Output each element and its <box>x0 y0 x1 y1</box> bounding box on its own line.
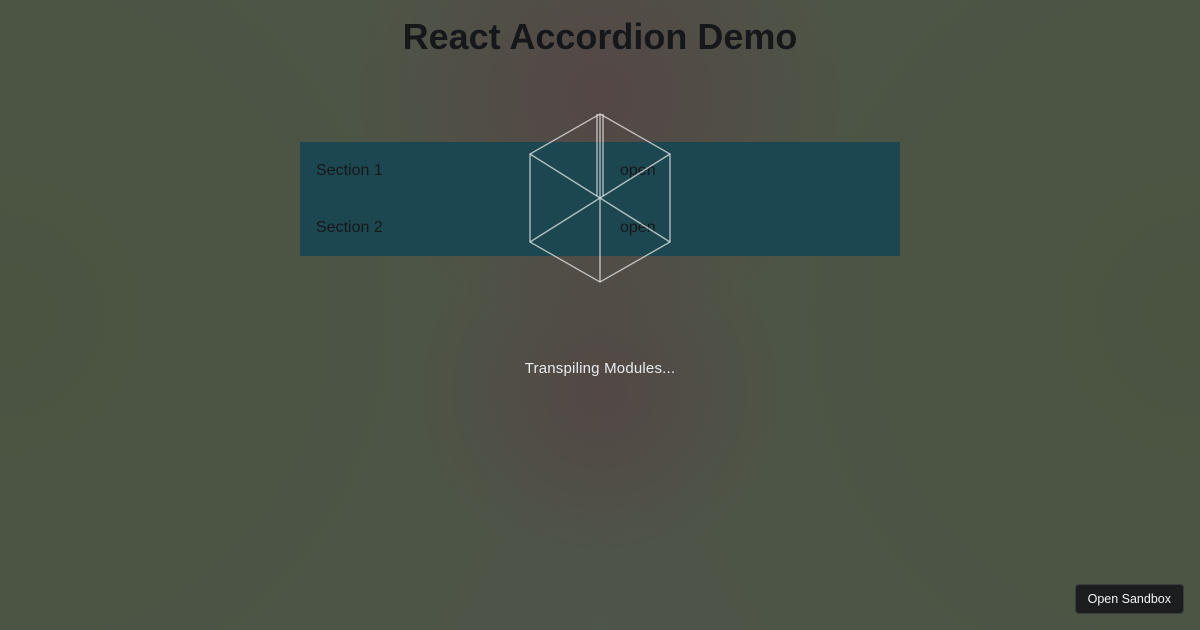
cube-loader-icon <box>520 108 680 288</box>
loading-overlay: Transpiling Modules... <box>0 0 1200 630</box>
loading-status-text: Transpiling Modules... <box>0 360 1200 377</box>
open-sandbox-button[interactable]: Open Sandbox <box>1075 584 1184 614</box>
